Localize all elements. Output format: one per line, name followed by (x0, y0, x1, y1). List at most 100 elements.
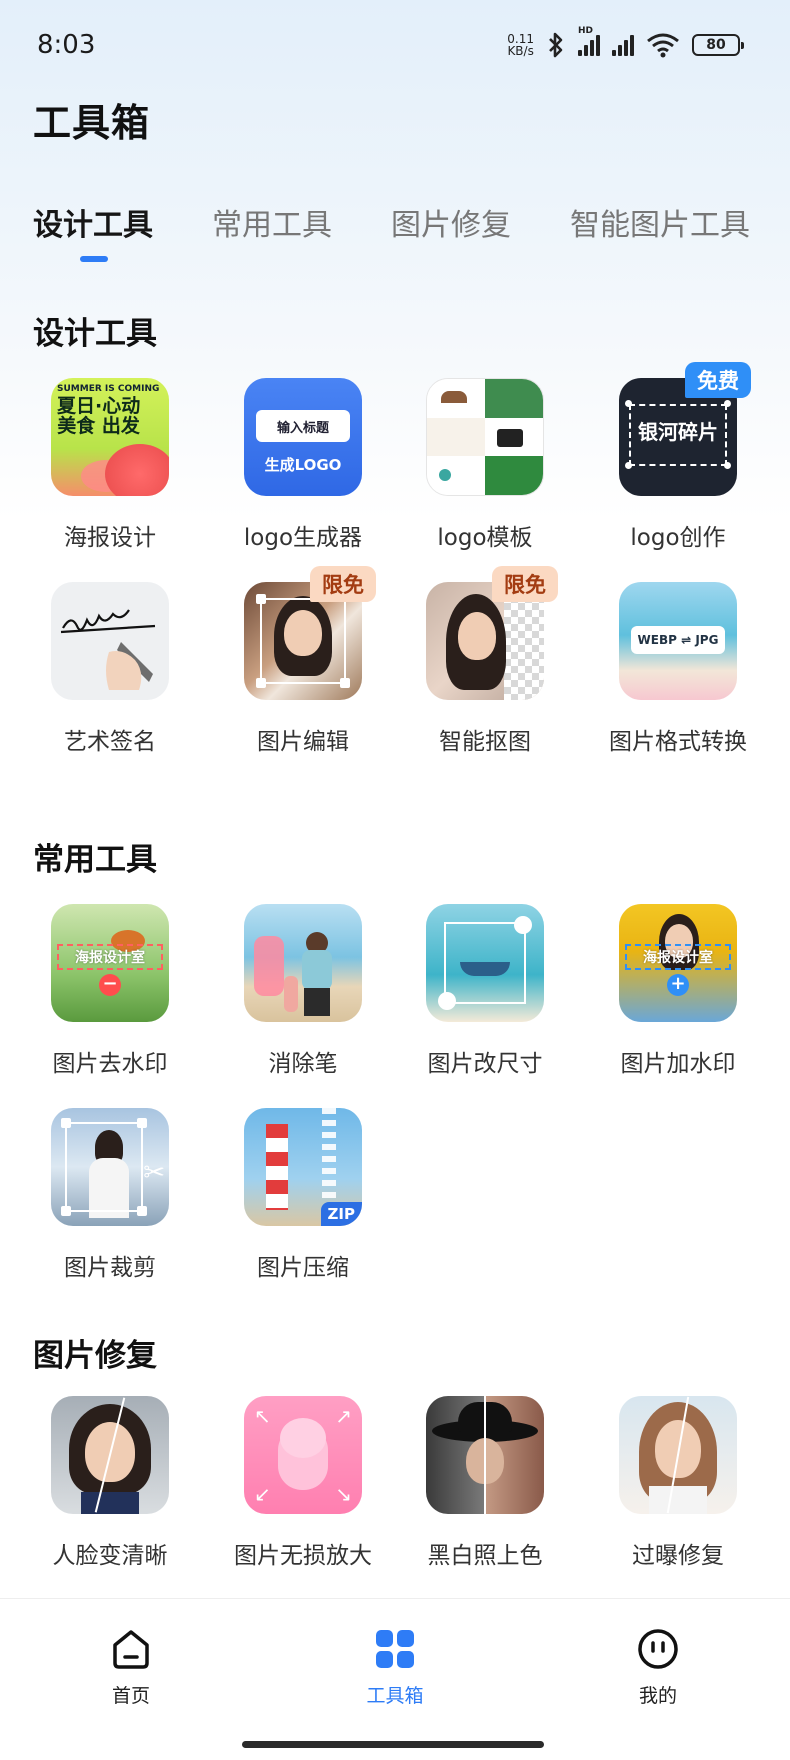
eraser-pen-icon (244, 904, 362, 1022)
watermark-art-text: 海报设计室 (57, 944, 163, 970)
home-icon (113, 1630, 149, 1669)
tool-label: 图片无损放大 (234, 1543, 372, 1569)
tool-poster-design[interactable]: SUMMER IS COMING 夏日·心动 美食 出发 海报设计 (25, 378, 195, 552)
lossless-upscale-icon: ↖ ↗ ↙ ↘ (244, 1396, 362, 1514)
resize-handle (438, 992, 456, 1010)
cellular-signal-2-icon (612, 34, 634, 56)
compare-divider (484, 1396, 486, 1514)
tool-label: 消除笔 (268, 1051, 338, 1077)
battery-level: 80 (706, 37, 726, 53)
page-title: 工具箱 (33, 101, 151, 145)
logo-create-art-text: 银河碎片 (638, 420, 718, 444)
remove-watermark-icon: 海报设计室 − (51, 904, 169, 1022)
handle (625, 462, 632, 469)
handle (61, 1118, 71, 1128)
tool-compress[interactable]: ZIP 图片压缩 (218, 1108, 388, 1282)
bottom-nav: 首页 工具箱 我的 (0, 1598, 790, 1760)
colorize-icon (426, 1396, 544, 1514)
smart-cutout-wrap: 限免 (426, 566, 558, 700)
expand-arrow-icon: ↗ (335, 1404, 352, 1428)
nav-label: 工具箱 (366, 1685, 424, 1707)
lighthouse-art (266, 1124, 288, 1210)
tool-label: 智能抠图 (439, 729, 531, 755)
tab-smart-image-tools[interactable]: 智能图片工具 (570, 200, 750, 244)
tab-design-tools[interactable]: 设计工具 (33, 200, 153, 244)
tool-label: 图片编辑 (257, 729, 349, 755)
handle (137, 1206, 147, 1216)
tool-logo-template[interactable]: logo模板 (400, 378, 570, 552)
bluetooth-icon (549, 32, 563, 58)
tool-lossless-upscale[interactable]: ↖ ↗ ↙ ↘ 图片无损放大 (218, 1396, 388, 1570)
edit-frame (260, 598, 346, 684)
handle (256, 678, 266, 688)
tool-label: logo创作 (630, 525, 726, 551)
poster-art-line2: 夏日·心动 (57, 395, 141, 417)
status-time: 8:03 (37, 30, 96, 60)
format-convert-icon: WEBP ⇌ JPG (619, 582, 737, 700)
tool-art-signature[interactable]: 艺术签名 (25, 582, 195, 756)
tool-colorize[interactable]: 黑白照上色 (400, 1396, 570, 1570)
nav-toolbox[interactable]: 工具箱 (330, 1627, 460, 1708)
signal-bars-icon (578, 34, 600, 56)
tool-eraser-pen[interactable]: 消除笔 (218, 904, 388, 1078)
logo-template-icon (426, 378, 544, 496)
section-title-repair: 图片修复 (33, 1338, 157, 1374)
template-logo-mark (497, 429, 523, 447)
expand-arrow-icon: ↘ (335, 1482, 352, 1506)
tool-overexposure-fix[interactable]: 过曝修复 (593, 1396, 763, 1570)
nav-label: 我的 (638, 1685, 677, 1707)
resize-frame (444, 922, 526, 1004)
signature-art (60, 609, 156, 690)
tab-image-repair[interactable]: 图片修复 (391, 200, 511, 244)
template-logo-mark (441, 391, 467, 403)
poster-art-fruit (105, 444, 169, 496)
crop-frame (65, 1122, 143, 1212)
tool-resize[interactable]: 图片改尺寸 (400, 904, 570, 1078)
expand-arrow-icon: ↙ (254, 1482, 271, 1506)
logo-create-wrap: 免费 银河碎片 (619, 362, 751, 496)
tool-smart-cutout[interactable]: 限免 智能抠图 (400, 566, 570, 756)
tool-logo-generator[interactable]: 输入标题 生成LOGO logo生成器 (218, 378, 388, 552)
nav-profile[interactable]: 我的 (593, 1627, 723, 1708)
handle (61, 1206, 71, 1216)
tool-image-edit[interactable]: 限免 图片编辑 (218, 566, 388, 756)
system-home-indicator[interactable] (242, 1741, 544, 1748)
poster-art-heading: 夏日·心动 美食 出发 (57, 396, 140, 436)
status-icons: 0.11 KB/s HD 80 (507, 26, 744, 58)
tool-format-convert[interactable]: WEBP ⇌ JPG 图片格式转换 (593, 582, 763, 756)
format-art-text: WEBP ⇌ JPG (631, 626, 725, 654)
tool-label: 图片改尺寸 (427, 1051, 543, 1077)
tool-label: 图片裁剪 (64, 1255, 156, 1281)
nav-home[interactable]: 首页 (66, 1627, 196, 1708)
tool-label: logo生成器 (243, 525, 363, 551)
watermark-art-text: 海报设计室 (625, 944, 731, 970)
template-cell (427, 456, 485, 495)
portrait-face (458, 612, 496, 660)
resize-icon (426, 904, 544, 1022)
tool-add-watermark[interactable]: 海报设计室 + 图片加水印 (593, 904, 763, 1078)
template-cell (485, 379, 543, 418)
shirt-art (649, 1486, 707, 1514)
tool-crop[interactable]: ✂ 图片裁剪 (25, 1108, 195, 1282)
crop-icon: ✂ (51, 1108, 169, 1226)
network-speed-unit: KB/s (507, 44, 534, 58)
tool-remove-watermark[interactable]: 海报设计室 − 图片去水印 (25, 904, 195, 1078)
tool-label: 图片格式转换 (609, 729, 747, 755)
expand-arrow-icon: ↖ (254, 1404, 271, 1428)
tool-label: 图片压缩 (257, 1255, 349, 1281)
handle (724, 400, 731, 407)
section-title-common: 常用工具 (33, 842, 157, 878)
scissors-icon: ✂ (143, 1158, 165, 1188)
logo-gen-action-art: 生成LOGO (264, 456, 342, 474)
template-logo-mark (439, 469, 451, 481)
poster-art-line3: 美食 出发 (57, 415, 140, 437)
tool-label: 图片加水印 (620, 1051, 736, 1077)
tool-logo-create[interactable]: 免费 银河碎片 logo创作 (593, 362, 763, 552)
handle (256, 594, 266, 604)
tool-face-enhance[interactable]: 人脸变清晰 (25, 1396, 195, 1570)
art-signature-icon (51, 582, 169, 700)
tool-label: 人脸变清晰 (52, 1543, 168, 1569)
cellular-signal-1: HD (578, 26, 600, 56)
limited-free-badge: 限免 (310, 566, 376, 602)
tab-common-tools[interactable]: 常用工具 (212, 200, 332, 244)
